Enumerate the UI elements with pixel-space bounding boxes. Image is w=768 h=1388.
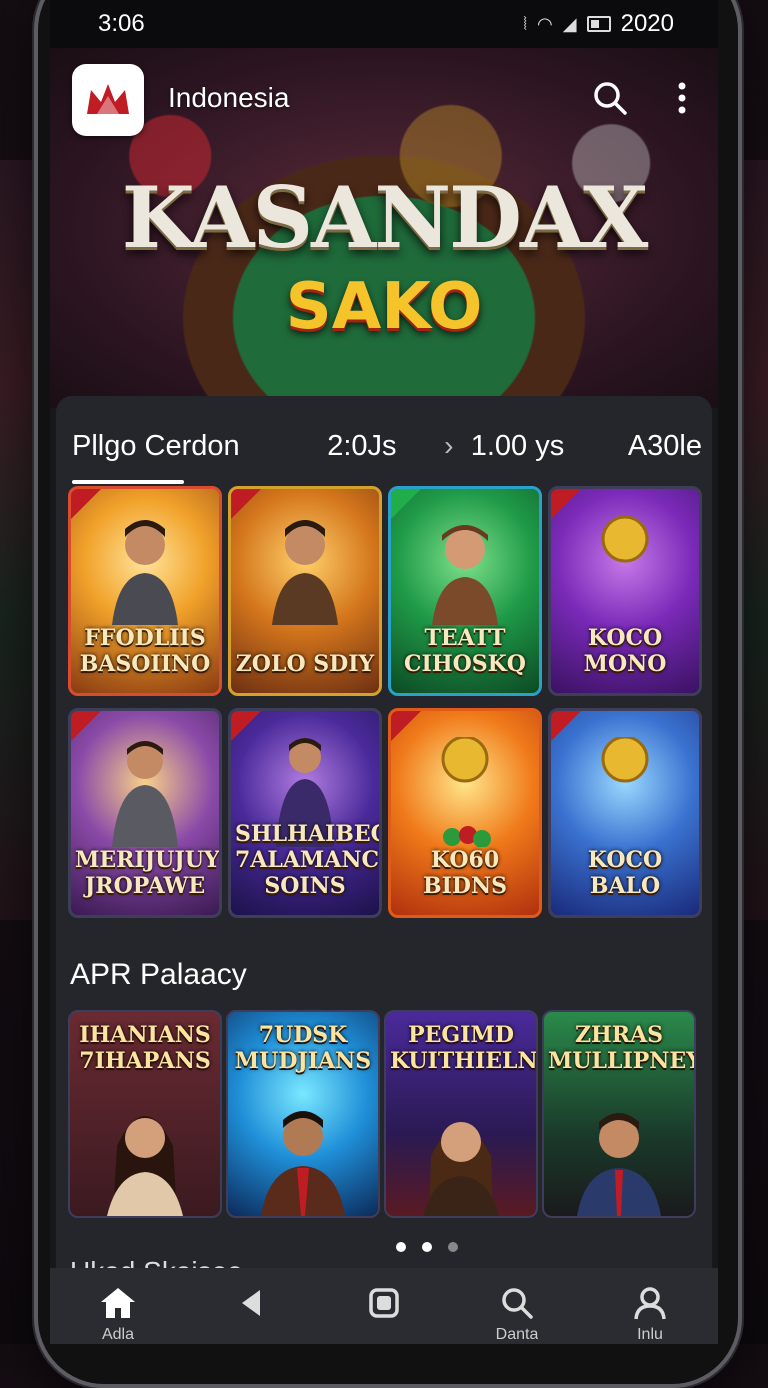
hero-subtitle: SAKO: [285, 270, 483, 344]
corner-badge: [231, 711, 261, 741]
promo-card[interactable]: ZHRAS MULLIPNEY: [542, 1010, 696, 1218]
corner-badge: [391, 489, 421, 519]
hero-title: KASANDAX: [121, 168, 649, 267]
corner-badge: [71, 489, 101, 519]
back-icon: [242, 1290, 260, 1316]
carousel-dots[interactable]: [396, 1242, 458, 1252]
portrait-icon: [432, 525, 498, 625]
search-button[interactable]: [588, 76, 632, 120]
corner-badge: [231, 489, 261, 519]
game-title: TEATT CIHOSKQ: [404, 625, 526, 677]
game-tile[interactable]: KOCO MONO: [548, 486, 702, 696]
corner-badge: [391, 711, 421, 741]
bottom-nav: Adla Danta Inlu: [50, 1268, 718, 1344]
filter-extra[interactable]: A30le: [602, 430, 702, 463]
filter-row: Pllgo Cerdon 2:0Js › 1.00 ys A30le: [72, 426, 702, 466]
promo-card[interactable]: 7UDSK MUDJIANS: [226, 1010, 380, 1218]
portrait-icon: [112, 741, 178, 847]
tab-indicator: [72, 480, 184, 484]
portrait-icon: [112, 520, 178, 625]
game-title: SHLHAIBEC 7ALAMANC SOINS: [235, 821, 382, 899]
status-bar: 3:06 ⦚ ◠ ◢ 2020: [50, 0, 718, 48]
portrait-icon: [423, 1122, 499, 1216]
promo-title: IHANIANS 7IHAPANS: [79, 1022, 211, 1074]
promo-card[interactable]: PEGIMD KUITHIELN: [384, 1010, 538, 1218]
app-screen: 3:06 ⦚ ◠ ◢ 2020 Indonesia KASANDAX SAKO …: [50, 0, 718, 1344]
status-right-text: 2020: [620, 10, 674, 37]
portrait-icon: [261, 1111, 345, 1216]
coin-icon: [601, 515, 649, 563]
search-icon: [502, 1288, 533, 1319]
app-logo[interactable]: [72, 64, 144, 136]
vibrate-icon: ⦚: [523, 13, 528, 34]
search-icon: [594, 82, 627, 115]
nav-label: Inlu: [637, 1326, 663, 1343]
promo-title: 7UDSK MUDJIANS: [234, 1022, 372, 1074]
nav-home[interactable]: Adla: [78, 1286, 158, 1344]
chevron-right-icon[interactable]: ›: [427, 430, 471, 462]
signal-icon: ◢: [562, 13, 577, 34]
promo-title: ZHRAS MULLIPNEY: [548, 1022, 696, 1074]
nav-back[interactable]: [211, 1286, 291, 1344]
game-title: FFODLIIS BASOIINO: [79, 625, 211, 677]
game-tile[interactable]: ZOLO SDIY: [228, 486, 382, 696]
game-tile[interactable]: KOCO BALO: [548, 708, 702, 918]
promo-title: PEGIMD KUITHIELN: [390, 1022, 538, 1074]
filter-duration[interactable]: 1.00 ys: [471, 430, 603, 463]
home-icon: [101, 1288, 135, 1318]
coin-icon: [441, 737, 491, 847]
corner-badge: [71, 711, 101, 741]
nav-label: Adla: [101, 1326, 135, 1343]
crown-icon: [87, 84, 129, 114]
game-title: KOCO MONO: [583, 625, 667, 677]
hero-banner[interactable]: Indonesia KASANDAX SAKO: [50, 48, 718, 408]
game-tile[interactable]: KO60 BIDNS: [388, 708, 542, 918]
nav-profile[interactable]: Inlu: [610, 1286, 690, 1344]
status-time: 3:06: [98, 10, 145, 37]
game-title: KOCO BALO: [587, 847, 663, 899]
promo-card[interactable]: IHANIANS 7IHAPANS: [68, 1010, 222, 1218]
section-title: APR Palaacy: [70, 958, 247, 991]
carousel-dot[interactable]: [422, 1242, 432, 1252]
battery-icon: [586, 16, 611, 32]
profile-icon: [634, 1287, 666, 1320]
nav-overview[interactable]: [344, 1286, 424, 1344]
status-icons: ⦚ ◠ ◢ 2020: [523, 10, 674, 38]
game-tile[interactable]: TEATT CIHOSKQ: [388, 486, 542, 696]
game-tile[interactable]: SHLHAIBEC 7ALAMANC SOINS: [228, 708, 382, 918]
corner-badge: [551, 711, 581, 741]
portrait-icon: [577, 1113, 661, 1216]
corner-badge: [551, 489, 581, 519]
portrait-icon: [272, 520, 338, 625]
game-title: KO60 BIDNS: [423, 847, 507, 899]
nav-label: Danta: [495, 1326, 539, 1343]
wifi-icon: ◠: [537, 13, 553, 34]
game-tile[interactable]: FFODLIIS BASOIINO: [68, 486, 222, 696]
carousel-dot[interactable]: [448, 1242, 458, 1252]
more-options-button[interactable]: [660, 76, 704, 120]
more-vertical-icon: [678, 82, 686, 114]
filter-label[interactable]: Pllgo Cerdon: [72, 430, 327, 463]
nav-search[interactable]: Danta: [477, 1286, 557, 1344]
square-icon: [369, 1288, 399, 1318]
game-tile[interactable]: MERIJUJUY JROPAWE: [68, 708, 222, 918]
carousel-dot[interactable]: [396, 1242, 406, 1252]
portrait-icon: [107, 1116, 183, 1216]
coin-icon: [601, 737, 649, 783]
content-panel: Pllgo Cerdon 2:0Js › 1.00 ys A30le FFODL…: [56, 396, 712, 1276]
filter-time[interactable]: 2:0Js: [327, 430, 427, 463]
region-label[interactable]: Indonesia: [168, 82, 289, 114]
game-title: ZOLO SDIY: [235, 651, 375, 677]
game-title: MERIJUJUY JROPAWE: [75, 847, 220, 899]
